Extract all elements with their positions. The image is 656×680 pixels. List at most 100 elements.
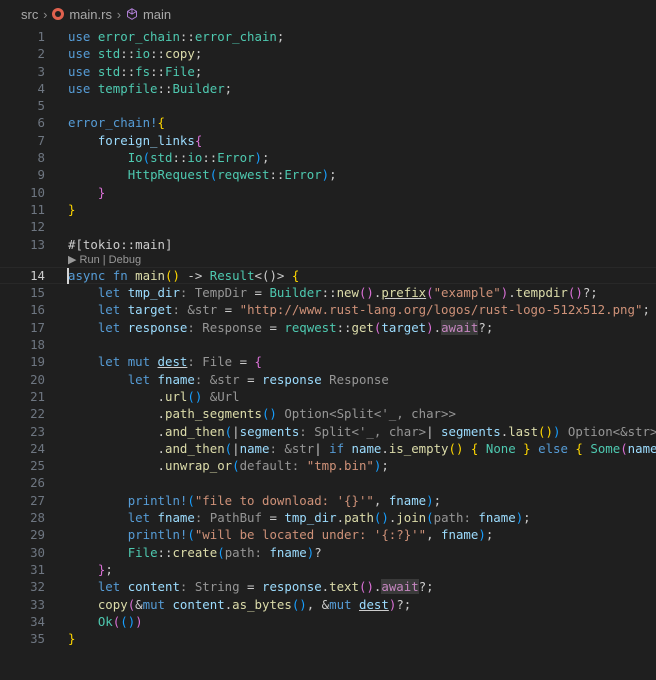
code-line[interactable]: 32 let content: String = response.text()… bbox=[0, 578, 656, 595]
code-token: ) bbox=[426, 319, 434, 335]
code-token: name bbox=[627, 440, 656, 456]
code-token: . bbox=[68, 388, 165, 404]
code-line[interactable]: 24 .and_then(|name: &str| if name.is_emp… bbox=[0, 440, 656, 457]
code-token: target bbox=[381, 319, 427, 335]
code-line[interactable]: 35} bbox=[0, 630, 656, 647]
breadcrumb-symbol[interactable]: main bbox=[126, 7, 171, 22]
code-token: Builder bbox=[172, 80, 225, 96]
line-number: 13 bbox=[30, 236, 45, 252]
code-token: = bbox=[232, 354, 255, 370]
code-line[interactable]: 25 .unwrap_or(default: "tmp.bin"); bbox=[0, 457, 656, 474]
code-line[interactable]: 4 use tempfile::Builder; bbox=[0, 80, 656, 97]
code-token: fname bbox=[269, 544, 307, 560]
line-code: async fn main() -> Result<()> { bbox=[68, 267, 299, 284]
breadcrumb-folder[interactable]: src bbox=[21, 7, 38, 22]
code-token: io bbox=[135, 46, 151, 62]
code-line[interactable]: 21 .url() &Url bbox=[0, 388, 656, 405]
code-line[interactable]: 1 use error_chain::error_chain; bbox=[0, 28, 656, 45]
code-line[interactable]: 5 bbox=[0, 97, 656, 114]
line-code: println!("will be located under: '{:?}'"… bbox=[68, 526, 494, 543]
code-editor[interactable]: 1 use error_chain::error_chain; 2 use std::… bbox=[0, 28, 656, 647]
code-token: main bbox=[135, 267, 165, 283]
code-token: ?; bbox=[582, 285, 598, 301]
code-line[interactable]: 2 use std::io::copy; bbox=[0, 45, 656, 62]
code-line[interactable]: 19 let mut dest: File = { bbox=[0, 353, 656, 370]
code-line[interactable]: 15 let tmp_dir: TempDir = Builder::new()… bbox=[0, 284, 656, 301]
code-line[interactable]: 3 use std::fs::File; bbox=[0, 63, 656, 80]
code-token: fname bbox=[478, 510, 516, 526]
code-token: target bbox=[127, 302, 173, 318]
codelens-run-debug[interactable]: ▶ Run | Debug bbox=[0, 253, 656, 267]
code-token: Result bbox=[209, 267, 255, 283]
code-token: path_segments bbox=[164, 406, 262, 422]
line-code: let tmp_dir: TempDir = Builder::new().pr… bbox=[68, 284, 598, 301]
code-line[interactable]: 12 bbox=[0, 218, 656, 235]
code-line[interactable]: 31 }; bbox=[0, 561, 656, 578]
code-token: HttpRequest bbox=[127, 167, 210, 183]
code-token: fname bbox=[157, 371, 195, 387]
code-token: :: bbox=[157, 544, 173, 560]
line-number: 11 bbox=[30, 201, 45, 217]
code-line[interactable]: 26 bbox=[0, 474, 656, 491]
code-line[interactable]: 14 async fn main() -> Result<()> { bbox=[0, 266, 656, 285]
code-token: . bbox=[68, 406, 165, 422]
code-line[interactable]: 11} bbox=[0, 201, 656, 218]
code-token: dest bbox=[157, 354, 188, 370]
code-token: , & bbox=[306, 596, 330, 612]
code-token: ) bbox=[426, 492, 434, 508]
code-token: path: bbox=[224, 544, 270, 560]
code-line[interactable]: 7 foreign_links{ bbox=[0, 132, 656, 149]
code-token: error_chain bbox=[97, 29, 180, 44]
line-code: File::create(path: fname)? bbox=[68, 544, 322, 561]
code-token: segments bbox=[239, 423, 300, 439]
code-line[interactable]: 10 } bbox=[0, 184, 656, 201]
code-line[interactable]: 9 HttpRequest(reqwest::Error); bbox=[0, 166, 656, 183]
code-line[interactable]: 17 let response: Response = reqwest::get… bbox=[0, 319, 656, 336]
code-token: () bbox=[261, 406, 277, 422]
code-line[interactable]: 28 let fname: PathBuf = tmp_dir.path().j… bbox=[0, 509, 656, 526]
code-token: () bbox=[567, 285, 583, 301]
code-line[interactable]: 33 copy(&mut content.as_bytes(), &mut de… bbox=[0, 596, 656, 613]
line-code: let response: Response = reqwest::get(ta… bbox=[68, 319, 493, 336]
code-line[interactable]: 23 .and_then(|segments: Split<'_, char>|… bbox=[0, 423, 656, 440]
line-code: println!("file to download: '{}'", fname… bbox=[68, 492, 441, 509]
code-token: path bbox=[344, 510, 374, 526]
code-token: and_then bbox=[164, 440, 225, 456]
code-token: tmp_dir bbox=[127, 285, 180, 301]
code-line[interactable]: 18 bbox=[0, 336, 656, 353]
code-token: , bbox=[426, 527, 442, 543]
code-line[interactable]: 20 let fname: &str = response Response bbox=[0, 371, 656, 388]
code-token: name bbox=[239, 440, 270, 456]
code-token: and_then bbox=[164, 423, 225, 439]
code-line[interactable]: 22 .path_segments() Option<Split<'_, cha… bbox=[0, 405, 656, 422]
breadcrumb-file[interactable]: main.rs bbox=[52, 7, 112, 22]
code-token: = bbox=[239, 371, 262, 387]
code-token: ( bbox=[426, 285, 434, 301]
code-line[interactable]: 30 File::create(path: fname)? bbox=[0, 544, 656, 561]
code-line[interactable]: 16 let target: &str = "http://www.rust-l… bbox=[0, 301, 656, 318]
code-line[interactable]: 34 Ok(()) bbox=[0, 613, 656, 630]
code-line[interactable]: 13 #[tokio::main] bbox=[0, 236, 656, 253]
code-line[interactable]: 8 Io(std::io::Error); bbox=[0, 149, 656, 166]
code-line[interactable]: 29 println!("will be located under: '{:?… bbox=[0, 526, 656, 543]
code-token: await bbox=[441, 319, 479, 335]
line-number: 19 bbox=[30, 354, 45, 370]
codelens-label[interactable]: ▶ Run | Debug bbox=[68, 253, 141, 267]
code-token: : Response bbox=[187, 319, 262, 335]
code-token: { bbox=[291, 267, 300, 283]
code-token: response bbox=[127, 319, 188, 335]
code-token: () bbox=[448, 440, 464, 456]
code-token: None bbox=[485, 440, 516, 456]
code-token: () bbox=[373, 510, 389, 526]
code-token: ; bbox=[381, 458, 389, 474]
code-token: ?; bbox=[396, 596, 412, 612]
code-token: : File bbox=[187, 354, 233, 370]
code-line[interactable]: 6 error_chain!{ bbox=[0, 114, 656, 131]
code-token: use bbox=[68, 63, 98, 79]
code-line[interactable]: 27 println!("file to download: '{}'", fn… bbox=[0, 492, 656, 509]
code-token: = bbox=[217, 302, 240, 318]
code-token: fname bbox=[441, 527, 479, 543]
